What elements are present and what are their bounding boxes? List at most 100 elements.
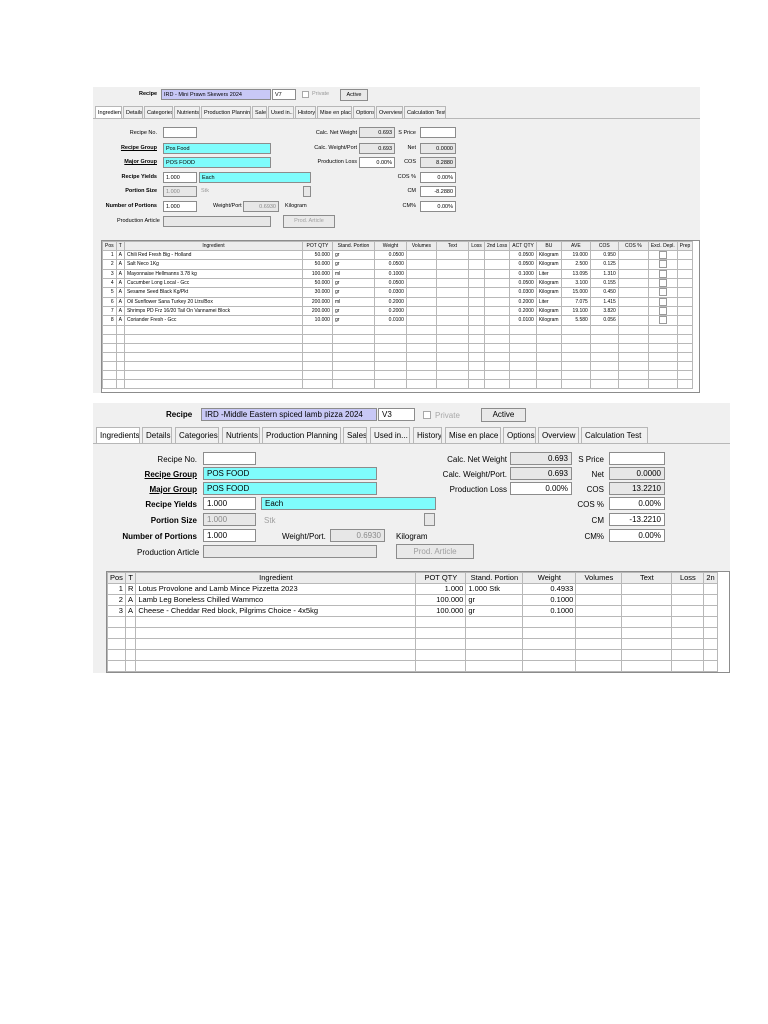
table-cell[interactable] [435,268,469,280]
table-cell[interactable]: Oil Sunflower Sana Turkey 20 Ltrs/Box [123,296,303,307]
table-cell[interactable] [331,351,375,362]
table-cell[interactable] [115,360,125,371]
empty-table-row[interactable] [102,324,694,335]
empty-table-row[interactable] [102,369,694,380]
active-button[interactable]: Active [340,89,368,101]
table-cell[interactable] [435,333,469,344]
table-cell[interactable] [102,333,117,344]
empty-table-row[interactable] [102,342,694,353]
table-cell[interactable] [435,369,469,380]
table-cell[interactable] [647,378,678,389]
table-cell[interactable]: 0.0300 [373,287,407,298]
table-cell[interactable] [405,324,437,335]
column-header[interactable]: 2n [703,572,718,584]
table-cell[interactable] [535,342,562,353]
table-cell[interactable]: Salt Neco 1Kg [123,259,303,270]
table-row[interactable]: 7 A Shrimps PD Frz 16/20 Tail On Vannamei … [102,305,694,317]
table-cell[interactable]: A [124,605,137,617]
table-cell[interactable]: 2 [102,259,117,270]
table-cell[interactable]: 15.000 [560,287,591,298]
table-cell[interactable]: 0.0300 [509,287,537,298]
table-cell[interactable]: Kilogram [535,315,562,326]
table-cell[interactable] [575,638,623,650]
private-checkbox[interactable] [423,411,431,419]
column-header[interactable]: Ingredient [135,572,417,584]
table-cell[interactable] [123,369,303,380]
column-header[interactable]: ACT QTY [509,241,537,251]
table-cell[interactable] [617,268,649,280]
empty-table-row[interactable] [102,333,694,344]
yields-unit-field[interactable]: Each [199,172,311,183]
table-cell[interactable] [483,249,511,261]
table-cell[interactable] [676,296,694,307]
table-cell[interactable] [373,351,407,362]
table-cell[interactable]: 200.000 [301,305,333,317]
version-field[interactable]: V3 [378,408,415,421]
production-loss-field[interactable]: 0.00% [359,157,395,168]
table-cell[interactable]: A [115,259,125,270]
table-cell[interactable] [102,360,117,371]
table-cell[interactable]: 13.095 [560,268,591,280]
table-cell[interactable] [575,627,623,639]
table-cell[interactable]: 0.0500 [509,277,537,289]
cm-field[interactable]: -13.2210 [609,513,665,526]
table-cell[interactable] [467,360,485,371]
table-cell[interactable]: 0.0500 [373,249,407,261]
major-group-field[interactable]: POS FOOD [203,482,377,495]
table-cell[interactable] [617,277,649,289]
cos-pct-field[interactable]: 0.00% [420,172,456,183]
table-cell[interactable] [560,351,591,362]
table-cell[interactable]: Liter [535,296,562,307]
table-cell[interactable] [676,360,694,371]
yields-unit-field[interactable]: Each [261,497,436,510]
num-portions-field[interactable]: 1.000 [163,201,197,212]
table-cell[interactable] [617,305,649,317]
table-cell[interactable] [703,627,718,639]
column-header[interactable]: POT QTY [415,572,467,584]
table-cell[interactable] [621,638,673,650]
table-cell[interactable] [405,369,437,380]
table-cell[interactable]: 0.1000 [522,594,577,606]
column-header[interactable]: T [124,572,137,584]
table-cell[interactable] [415,616,467,628]
table-cell[interactable]: 0.2000 [509,296,537,307]
table-cell[interactable]: Kilogram [535,259,562,270]
table-cell[interactable] [467,268,485,280]
table-cell[interactable] [647,249,678,261]
table-cell[interactable] [617,259,649,270]
s-price-field[interactable] [420,127,456,138]
s-price-field[interactable] [609,452,665,465]
table-cell[interactable] [483,324,511,335]
column-header[interactable]: Text [435,241,469,251]
table-cell[interactable] [676,333,694,344]
table-cell[interactable] [102,342,117,353]
tab-categories[interactable]: Categories [175,427,219,443]
table-cell[interactable] [135,616,417,628]
column-header[interactable]: Loss [467,241,485,251]
prod-article-button[interactable]: Prod. Article [396,544,474,559]
table-cell[interactable] [535,360,562,371]
table-cell[interactable] [124,649,137,661]
table-cell[interactable] [467,277,485,289]
table-cell[interactable] [589,342,619,353]
table-row[interactable]: 5 A Sesame Seed Black Kg/Pkt 30.000 gr 0.0300… [102,287,694,298]
table-cell[interactable] [671,605,705,617]
table-cell[interactable] [617,360,649,371]
tab-overview[interactable]: Overview [538,427,579,443]
table-cell[interactable] [509,324,537,335]
column-header[interactable]: Volumes [575,572,623,584]
table-cell[interactable] [509,351,537,362]
table-cell[interactable] [467,315,485,326]
table-cell[interactable] [647,369,678,380]
table-cell[interactable] [301,369,333,380]
table-cell[interactable]: 2.500 [560,259,591,270]
table-row[interactable]: 8 A Coriander Fresh - Gcc 10.000 gr 0.0100 0.0… [102,315,694,326]
table-cell[interactable] [415,649,467,661]
table-cell[interactable] [373,369,407,380]
column-header[interactable]: BU [535,241,562,251]
active-button[interactable]: Active [481,408,526,422]
table-cell[interactable] [483,360,511,371]
table-cell[interactable] [703,660,718,672]
tab-overview[interactable]: Overview [376,106,403,118]
table-cell[interactable] [621,616,673,628]
